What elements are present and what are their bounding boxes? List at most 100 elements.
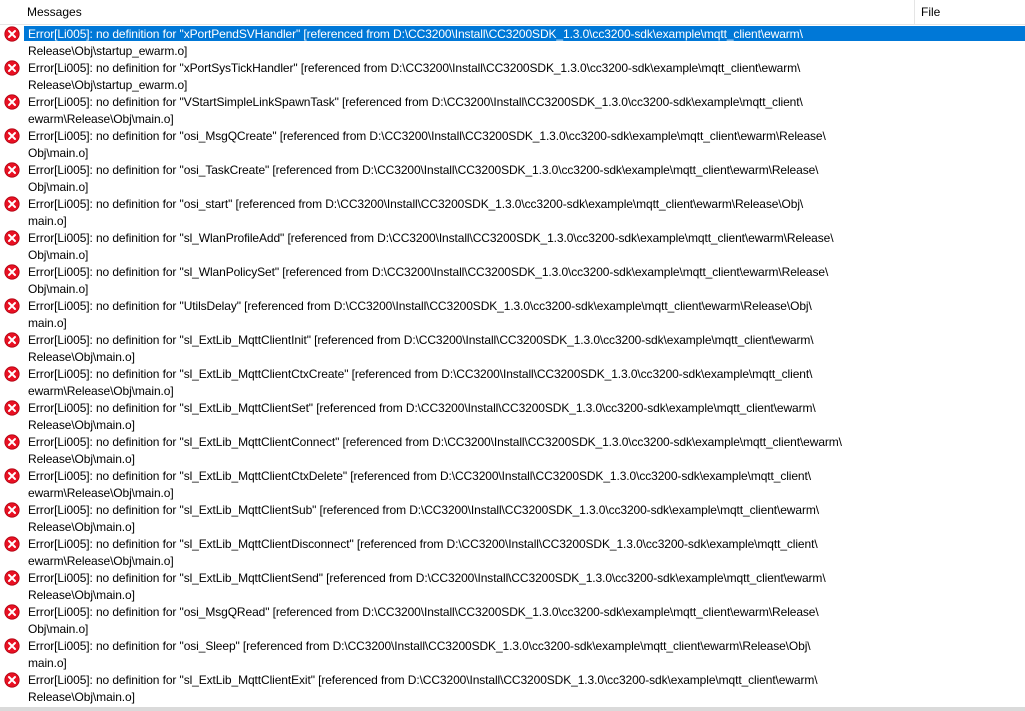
file-cell bbox=[913, 195, 1025, 229]
message-text: Error[Li005]: no definition for "sl_ExtL… bbox=[28, 332, 908, 366]
message-line-2: Release\Obj\startup_ewarm.o] bbox=[28, 44, 188, 58]
message-text: Error[Li005]: no definition for "sl_ExtL… bbox=[28, 536, 908, 570]
error-icon bbox=[4, 94, 20, 110]
message-row[interactable]: Error[Li005]: no definition for "UtilsDe… bbox=[0, 297, 1025, 331]
message-row[interactable]: Error[Li005]: no definition for "VStartS… bbox=[0, 93, 1025, 127]
file-cell bbox=[913, 59, 1025, 93]
error-icon bbox=[4, 196, 20, 212]
message-line-2: Release\Obj\main.o] bbox=[28, 350, 135, 364]
error-icon bbox=[4, 60, 20, 76]
file-cell bbox=[913, 127, 1025, 161]
message-line-1: Error[Li005]: no definition for "osi_Msg… bbox=[28, 129, 826, 143]
file-cell bbox=[913, 365, 1025, 399]
error-icon bbox=[4, 298, 20, 314]
message-row[interactable]: Error[Li005]: no definition for "sl_ExtL… bbox=[0, 331, 1025, 365]
message-text: Error[Li005]: no definition for "sl_ExtL… bbox=[28, 468, 908, 502]
message-row[interactable]: Error[Li005]: no definition for "osi_Tas… bbox=[0, 161, 1025, 195]
message-line-2: ewarm\Release\Obj\main.o] bbox=[28, 554, 174, 568]
message-line-1: Error[Li005]: no definition for "sl_ExtL… bbox=[28, 367, 813, 381]
message-text: Error[Li005]: no definition for "sl_ExtL… bbox=[28, 400, 908, 434]
message-row[interactable]: Error[Li005]: no definition for "sl_ExtL… bbox=[0, 671, 1025, 705]
message-line-1: Error[Li005]: no definition for "sl_ExtL… bbox=[28, 401, 816, 415]
messages-column-header[interactable]: Messages bbox=[0, 0, 915, 24]
message-text: Error[Li005]: no definition for "xPortPe… bbox=[28, 26, 908, 60]
file-column-label: File bbox=[921, 5, 941, 19]
message-line-2: ewarm\Release\Obj\main.o] bbox=[28, 384, 174, 398]
file-cell bbox=[913, 399, 1025, 433]
message-row[interactable]: Error[Li005]: no definition for "sl_ExtL… bbox=[0, 399, 1025, 433]
message-row[interactable]: Error[Li005]: no definition for "osi_Msg… bbox=[0, 603, 1025, 637]
message-row[interactable]: Error[Li005]: no definition for "sl_ExtL… bbox=[0, 433, 1025, 467]
message-line-1: Error[Li005]: no definition for "sl_ExtL… bbox=[28, 537, 818, 551]
message-line-1: Error[Li005]: no definition for "UtilsDe… bbox=[28, 299, 812, 313]
file-cell bbox=[913, 297, 1025, 331]
message-row[interactable]: Error[Li005]: no definition for "sl_Wlan… bbox=[0, 229, 1025, 263]
message-text: Error[Li005]: no definition for "sl_Wlan… bbox=[28, 264, 908, 298]
message-line-2: Release\Obj\main.o] bbox=[28, 452, 135, 466]
file-cell bbox=[913, 229, 1025, 263]
message-line-1: Error[Li005]: no definition for "VStartS… bbox=[28, 95, 803, 109]
message-text: Error[Li005]: no definition for "sl_ExtL… bbox=[28, 502, 908, 536]
error-icon bbox=[4, 162, 20, 178]
error-icon bbox=[4, 128, 20, 144]
message-row[interactable]: Error[Li005]: no definition for "xPortPe… bbox=[0, 25, 1025, 59]
message-line-2: Obj\main.o] bbox=[28, 622, 89, 636]
file-cell bbox=[913, 331, 1025, 365]
message-line-2: Release\Obj\main.o] bbox=[28, 690, 135, 704]
list-header: Messages File bbox=[0, 0, 1025, 25]
message-text: Error[Li005]: no definition for "xPortSy… bbox=[28, 60, 908, 94]
message-line-2: main.o] bbox=[28, 656, 67, 670]
file-cell bbox=[913, 569, 1025, 603]
message-row[interactable]: Error[Li005]: no definition for "xPortSy… bbox=[0, 59, 1025, 93]
message-row[interactable]: Error[Li005]: no definition for "osi_sta… bbox=[0, 195, 1025, 229]
file-cell bbox=[913, 671, 1025, 705]
file-cell bbox=[913, 637, 1025, 671]
message-text: Error[Li005]: no definition for "VStartS… bbox=[28, 94, 908, 128]
message-line-2: Obj\main.o] bbox=[28, 146, 89, 160]
message-row[interactable]: Error[Li005]: no definition for "sl_ExtL… bbox=[0, 535, 1025, 569]
file-cell bbox=[913, 501, 1025, 535]
message-line-2: Release\Obj\main.o] bbox=[28, 588, 135, 602]
message-line-1: Error[Li005]: no definition for "sl_ExtL… bbox=[28, 333, 814, 347]
message-text: Error[Li005]: no definition for "sl_ExtL… bbox=[28, 570, 908, 604]
error-icon bbox=[4, 502, 20, 518]
error-icon bbox=[4, 536, 20, 552]
file-cell bbox=[913, 535, 1025, 569]
error-icon bbox=[4, 468, 20, 484]
horizontal-scrollbar[interactable] bbox=[0, 707, 1025, 711]
message-row[interactable]: Error[Li005]: no definition for "sl_ExtL… bbox=[0, 569, 1025, 603]
message-row[interactable]: Error[Li005]: no definition for "sl_Wlan… bbox=[0, 263, 1025, 297]
message-text: Error[Li005]: no definition for "osi_Msg… bbox=[28, 128, 908, 162]
file-cell bbox=[913, 467, 1025, 501]
file-cell bbox=[913, 433, 1025, 467]
error-icon bbox=[4, 332, 20, 348]
message-row[interactable]: Error[Li005]: no definition for "osi_Msg… bbox=[0, 127, 1025, 161]
message-text: Error[Li005]: no definition for "osi_Tas… bbox=[28, 162, 908, 196]
message-list: Error[Li005]: no definition for "xPortPe… bbox=[0, 25, 1025, 707]
file-cell bbox=[913, 161, 1025, 195]
file-column-header[interactable]: File bbox=[915, 0, 1005, 24]
message-text: Error[Li005]: no definition for "osi_Msg… bbox=[28, 604, 908, 638]
message-text: Error[Li005]: no definition for "sl_ExtL… bbox=[28, 434, 908, 468]
message-line-1: Error[Li005]: no definition for "sl_ExtL… bbox=[28, 673, 818, 687]
message-text: Error[Li005]: no definition for "sl_ExtL… bbox=[28, 366, 908, 400]
error-icon bbox=[4, 604, 20, 620]
message-line-1: Error[Li005]: no definition for "sl_ExtL… bbox=[28, 469, 811, 483]
message-row[interactable]: Error[Li005]: no definition for "sl_ExtL… bbox=[0, 467, 1025, 501]
message-row[interactable]: Error[Li005]: no definition for "sl_ExtL… bbox=[0, 365, 1025, 399]
error-icon bbox=[4, 570, 20, 586]
message-line-2: Release\Obj\startup_ewarm.o] bbox=[28, 78, 188, 92]
message-row[interactable]: Error[Li005]: no definition for "sl_ExtL… bbox=[0, 501, 1025, 535]
message-line-2: Obj\main.o] bbox=[28, 248, 89, 262]
messages-column-label: Messages bbox=[27, 5, 82, 19]
error-icon bbox=[4, 366, 20, 382]
error-icon bbox=[4, 672, 20, 688]
message-line-1: Error[Li005]: no definition for "sl_Wlan… bbox=[28, 231, 834, 245]
message-line-2: Obj\main.o] bbox=[28, 180, 89, 194]
message-line-1: Error[Li005]: no definition for "xPortPe… bbox=[28, 27, 803, 41]
message-line-1: Error[Li005]: no definition for "osi_Msg… bbox=[28, 605, 819, 619]
message-line-1: Error[Li005]: no definition for "osi_Tas… bbox=[28, 163, 819, 177]
message-line-1: Error[Li005]: no definition for "xPortSy… bbox=[28, 61, 801, 75]
error-icon bbox=[4, 26, 20, 42]
message-row[interactable]: Error[Li005]: no definition for "osi_Sle… bbox=[0, 637, 1025, 671]
